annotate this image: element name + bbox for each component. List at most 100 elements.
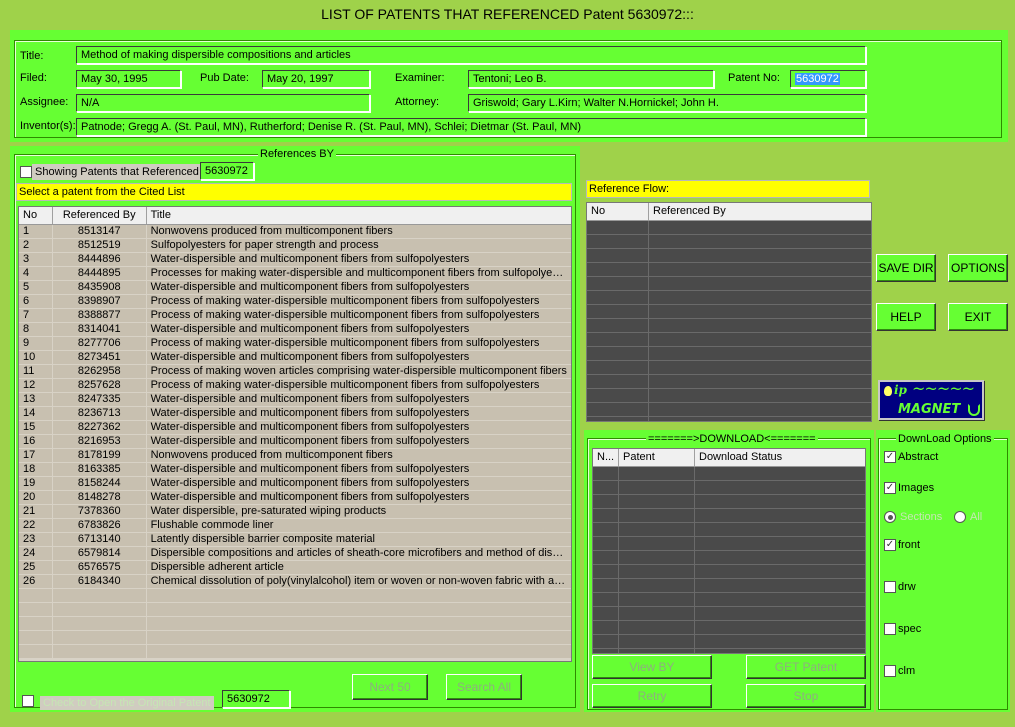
flow-col-no[interactable]: No — [587, 203, 649, 220]
row-no: 11 — [19, 365, 53, 378]
row-referenced-by: 8236713 — [53, 407, 147, 420]
table-row[interactable]: 9 8277706 Process of making water-dispersi… — [19, 337, 571, 351]
sections-radio[interactable] — [884, 511, 896, 523]
assignee-label: Assignee: — [20, 96, 69, 108]
table-row[interactable]: 4 8444895 Processes for making water-dispe… — [19, 267, 571, 281]
row-referenced-by: 8262958 — [53, 365, 147, 378]
row-title: Water-dispersible and multicomponent fib… — [150, 351, 470, 363]
table-row[interactable] — [19, 589, 571, 603]
flow-col-referenced-by[interactable]: Referenced By — [649, 203, 871, 220]
front-checkbox[interactable]: ✓ — [884, 539, 896, 551]
images-checkbox[interactable]: ✓ — [884, 482, 896, 494]
abstract-label: Abstract — [898, 451, 939, 463]
table-row[interactable] — [19, 603, 571, 617]
row-title: Dispersible compositions and articles of… — [150, 547, 571, 559]
row-referenced-by: 7378360 — [53, 505, 147, 518]
table-row[interactable]: 19 8158244 Water-dispersible and multicomp… — [19, 477, 571, 491]
table-row[interactable]: 25 6576575 Dispersible adherent article — [19, 561, 571, 575]
references-table[interactable]: No Referenced By Title 1 8513147 Nonwovens… — [18, 206, 572, 662]
table-row[interactable]: 6 8398907 Process of making water-dispersi… — [19, 295, 571, 309]
help-button[interactable]: HELP — [876, 303, 936, 331]
table-row[interactable]: 12 8257628 Process of making water-dispers… — [19, 379, 571, 393]
row-referenced-by: 8314041 — [53, 323, 147, 336]
download-panel: =======>DOWNLOAD<======= N... Patent Dow… — [584, 430, 874, 712]
images-label: Images — [898, 482, 935, 494]
table-row[interactable] — [19, 645, 571, 659]
download-col-status[interactable]: Download Status — [695, 449, 865, 466]
row-referenced-by: 6713140 — [53, 533, 147, 546]
table-row[interactable]: 16 8216953 Water-dispersible and multicomp… — [19, 435, 571, 449]
get-patent-button[interactable]: GET Patent — [746, 655, 866, 679]
patent-details-panel: Title: Method of making dispersible comp… — [10, 30, 1008, 142]
table-row[interactable]: 15 8227362 Water-dispersible and multicomp… — [19, 421, 571, 435]
row-referenced-by: 8398907 — [53, 295, 147, 308]
table-row[interactable]: 18 8163385 Water-dispersible and multicomp… — [19, 463, 571, 477]
examiner-field: Tentoni; Leo B. — [468, 70, 714, 88]
patentno-label: Patent No: — [728, 72, 780, 84]
exit-button[interactable]: EXIT — [948, 303, 1008, 331]
table-row[interactable]: 2 8512519 Sulfopolyesters for paper streng… — [19, 239, 571, 253]
row-title: Processes for making water-dispersible a… — [150, 267, 571, 279]
save-dir-button[interactable]: SAVE DIR — [876, 254, 936, 282]
showing-patent-field: 5630972 — [200, 162, 254, 180]
reference-flow-table[interactable]: No Referenced By — [586, 202, 872, 422]
clm-label: clm — [898, 665, 916, 677]
view-by-button[interactable]: View BY — [592, 655, 712, 679]
row-referenced-by: 8277706 — [53, 337, 147, 350]
table-row[interactable]: 8 8314041 Water-dispersible and multicompo… — [19, 323, 571, 337]
row-title: Water-dispersible and multicomponent fib… — [150, 477, 470, 489]
row-no: 5 — [19, 281, 53, 294]
row-no: 18 — [19, 463, 53, 476]
search-all-button[interactable]: Search All — [446, 674, 522, 700]
all-radio[interactable] — [954, 511, 966, 523]
col-title[interactable]: Title — [147, 207, 571, 224]
col-no[interactable]: No — [19, 207, 53, 224]
showing-checkbox[interactable] — [20, 166, 32, 178]
clm-checkbox[interactable] — [884, 665, 896, 677]
retry-button[interactable]: Retry — [592, 684, 712, 708]
stop-button[interactable]: Stop — [746, 684, 866, 708]
inventors-label: Inventor(s): — [20, 120, 76, 132]
table-row[interactable]: 5 8435908 Water-dispersible and multicompo… — [19, 281, 571, 295]
row-title: Water dispersible, pre-saturated wiping … — [150, 505, 387, 517]
table-row[interactable]: 24 6579814 Dispersible compositions and ar… — [19, 547, 571, 561]
drw-checkbox[interactable] — [884, 581, 896, 593]
references-panel: References BY Showing Patents that Refer… — [10, 146, 580, 712]
row-referenced-by — [53, 617, 147, 630]
table-row[interactable]: 17 8178199 Nonwovens produced from multico… — [19, 449, 571, 463]
download-table[interactable]: N... Patent Download Status — [592, 448, 866, 654]
table-row[interactable]: 22 6783826 Flushable commode liner — [19, 519, 571, 533]
row-referenced-by: 8178199 — [53, 449, 147, 462]
download-col-patent[interactable]: Patent — [619, 449, 695, 466]
table-row[interactable]: 13 8247335 Water-dispersible and multicomp… — [19, 393, 571, 407]
row-title: Dispersible adherent article — [150, 561, 284, 573]
table-row[interactable]: 11 8262958 Process of making woven article… — [19, 365, 571, 379]
table-row[interactable]: 7 8388877 Process of making water-dispersi… — [19, 309, 571, 323]
table-row[interactable]: 10 8273451 Water-dispersible and multicomp… — [19, 351, 571, 365]
abstract-checkbox[interactable]: ✓ — [884, 451, 896, 463]
download-options-panel: DownLoad Options ✓ Abstract ✓ Images Sec… — [876, 430, 1010, 712]
row-no: 14 — [19, 407, 53, 420]
table-row[interactable]: 21 7378360 Water dispersible, pre-saturate… — [19, 505, 571, 519]
title-field: Method of making dispersible composition… — [76, 46, 866, 64]
col-referenced-by[interactable]: Referenced By — [53, 207, 147, 224]
next-50-button[interactable]: Next 50 — [352, 674, 428, 700]
download-col-no[interactable]: N... — [593, 449, 619, 466]
table-row[interactable]: 3 8444896 Water-dispersible and multicompo… — [19, 253, 571, 267]
table-row[interactable]: 26 6184340 Chemical dissolution of poly(vi… — [19, 575, 571, 589]
table-row[interactable]: 20 8148278 Water-dispersible and multicomp… — [19, 491, 571, 505]
table-row[interactable]: 1 8513147 Nonwovens produced from multicom… — [19, 225, 571, 239]
options-button[interactable]: OPTIONS — [948, 254, 1008, 282]
patentno-field[interactable]: 5630972 — [790, 70, 866, 88]
row-no — [19, 589, 53, 602]
ip-magnet-logo: ip ~~~~~ MAGNET — [878, 379, 984, 420]
reference-flow-label: Reference Flow: — [586, 180, 870, 198]
spec-checkbox[interactable] — [884, 623, 896, 635]
table-row[interactable]: 14 8236713 Water-dispersible and multicomp… — [19, 407, 571, 421]
row-no: 23 — [19, 533, 53, 546]
table-row[interactable]: 23 6713140 Latently dispersible barrier co… — [19, 533, 571, 547]
table-row[interactable] — [19, 631, 571, 645]
row-title: Process of making water-dispersible mult… — [150, 379, 540, 391]
table-row[interactable] — [19, 617, 571, 631]
open-original-checkbox[interactable] — [22, 695, 34, 707]
